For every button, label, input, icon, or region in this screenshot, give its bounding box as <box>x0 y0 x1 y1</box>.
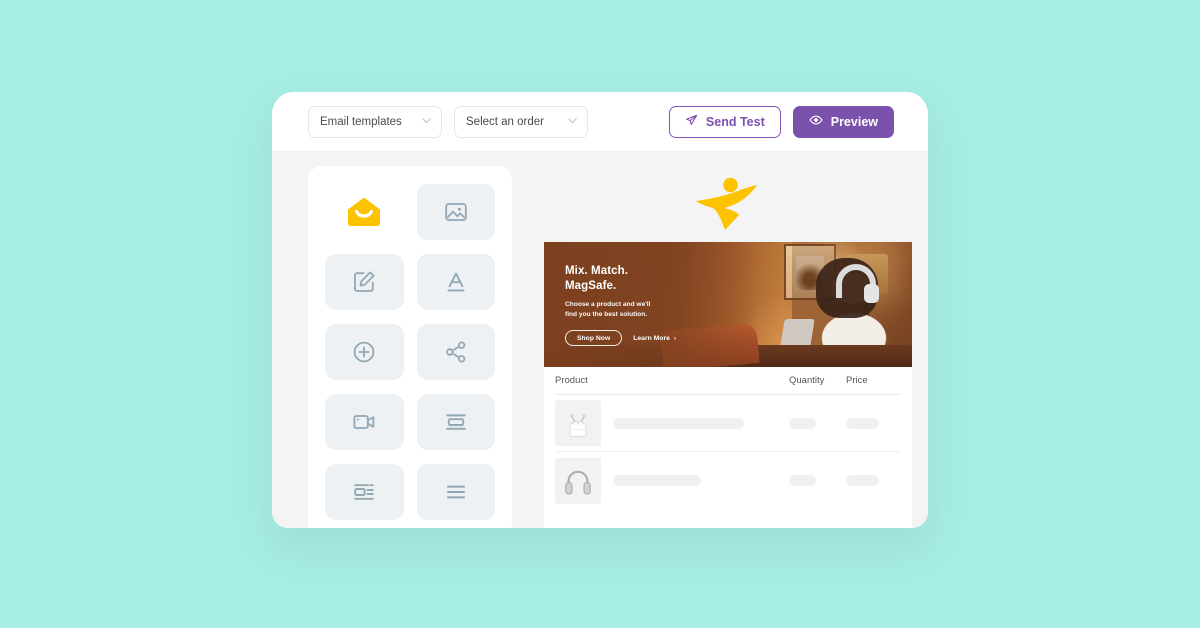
column-header-price: Price <box>846 375 868 386</box>
table-row <box>555 452 901 509</box>
banner-cta-group: Shop Now Learn More › <box>565 330 676 347</box>
quantity-cell <box>789 475 846 486</box>
quantity-cell <box>789 417 846 429</box>
product-table: Product Quantity Price <box>544 367 912 509</box>
block-icon-grid <box>325 184 495 520</box>
sidebar-tile-image-text-block[interactable] <box>325 464 404 520</box>
sidebar-tile-button-block[interactable] <box>416 394 495 450</box>
banner-subtitle-line1: Choose a product and we'll <box>565 301 651 309</box>
text-lines-icon <box>443 479 469 505</box>
preview-label: Preview <box>830 114 878 129</box>
eye-icon <box>809 113 823 130</box>
banner-title-line1: Mix. Match. <box>565 265 629 277</box>
banner-copy: Mix. Match. MagSafe. Choose a product an… <box>565 264 676 347</box>
image-text-layout-icon <box>351 479 377 505</box>
sidebar-tile-paragraph-block[interactable] <box>416 464 495 520</box>
column-header-quantity: Quantity <box>789 375 825 386</box>
envelope-smile-icon <box>344 192 384 232</box>
sidebar-tile-add-block[interactable] <box>325 324 404 380</box>
product-name-placeholder <box>613 475 701 486</box>
banner-title: Mix. Match. MagSafe. <box>565 264 676 293</box>
product-cell <box>555 457 789 504</box>
send-plane-icon <box>685 114 698 130</box>
email-preview-pane: Mix. Match. MagSafe. Choose a product an… <box>528 166 928 528</box>
sidebar-tile-email-block[interactable] <box>325 184 404 240</box>
order-select-value: Select an order <box>466 115 544 128</box>
shop-now-button[interactable]: Shop Now <box>565 330 623 347</box>
learn-more-label: Learn More <box>633 334 670 342</box>
quantity-placeholder <box>789 417 816 429</box>
chevron-down-icon <box>567 113 578 131</box>
product-name-placeholder <box>613 417 744 429</box>
price-cell <box>846 475 901 486</box>
banner-subtitle: Choose a product and we'll find you the … <box>565 300 676 319</box>
app-window: Email templates Select an order Send Tes… <box>272 92 928 528</box>
price-cell <box>846 417 901 429</box>
quantity-placeholder <box>789 475 816 486</box>
edit-square-icon <box>351 269 377 295</box>
share-nodes-icon <box>443 339 469 365</box>
video-camera-icon <box>351 409 377 435</box>
sidebar-tile-share-block[interactable] <box>416 324 495 380</box>
banner-title-line2: MagSafe. <box>565 279 617 292</box>
toolbar: Email templates Select an order Send Tes… <box>272 92 928 152</box>
email-template-select[interactable]: Email templates <box>308 105 442 138</box>
sidebar-tile-image-block[interactable] <box>416 184 495 240</box>
banner-subtitle-line2: find you the best solution. <box>565 310 648 318</box>
preview-button[interactable]: Preview <box>792 105 894 138</box>
sidebar-tile-video-block[interactable] <box>325 394 404 450</box>
sidebar-tile-edit-block[interactable] <box>325 254 404 310</box>
send-test-button[interactable]: Send Test <box>668 105 781 138</box>
image-icon <box>443 199 469 225</box>
product-table-header: Product Quantity Price <box>555 367 901 395</box>
over-ear-headphones-image <box>555 457 601 504</box>
text-letter-a-icon <box>443 269 469 295</box>
airpods-pro-case-image <box>555 400 601 446</box>
chevron-right-icon: › <box>673 334 677 342</box>
email-template-select-value: Email templates <box>320 115 402 128</box>
learn-more-link[interactable]: Learn More › <box>633 335 676 342</box>
email-card: Mix. Match. MagSafe. Choose a product an… <box>544 242 912 528</box>
column-header-product: Product <box>555 375 588 386</box>
leaping-person-logo <box>691 174 765 232</box>
button-bar-icon <box>443 409 469 435</box>
price-placeholder <box>846 417 879 429</box>
plus-circle-icon <box>351 339 377 365</box>
price-placeholder <box>846 475 879 486</box>
sidebar-tile-text-style-block[interactable] <box>416 254 495 310</box>
app-body: Mix. Match. MagSafe. Choose a product an… <box>272 152 928 528</box>
table-row <box>555 395 901 452</box>
send-test-label: Send Test <box>705 114 765 129</box>
block-sidebar <box>308 166 512 528</box>
order-select[interactable]: Select an order <box>454 105 588 138</box>
promo-banner[interactable]: Mix. Match. MagSafe. Choose a product an… <box>544 242 912 367</box>
product-cell <box>555 400 789 446</box>
chevron-down-icon <box>421 113 432 131</box>
